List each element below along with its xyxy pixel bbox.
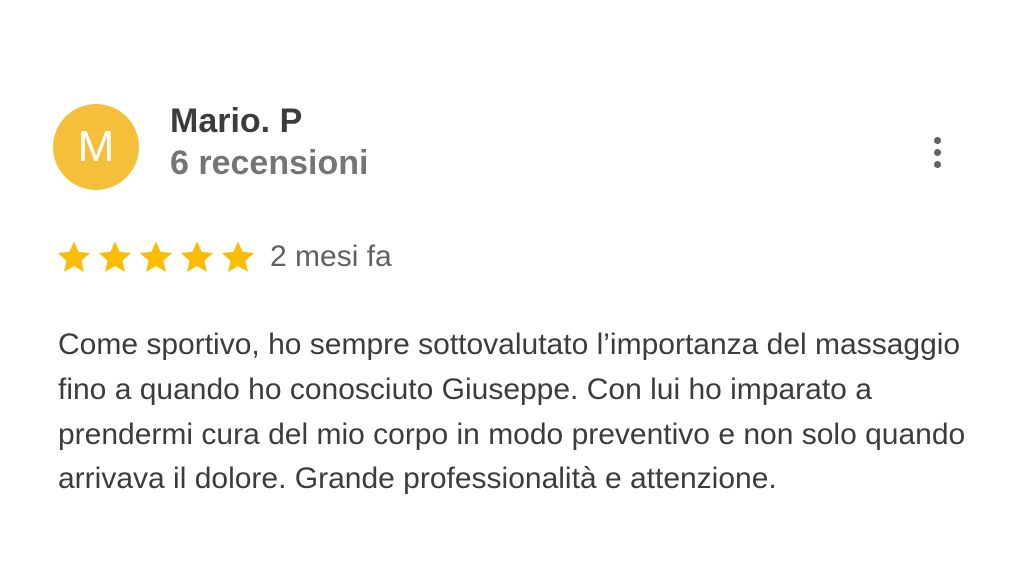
review-text: Come sportivo, ho sempre sottovalutato l… <box>58 328 966 496</box>
review-card: M Mario. P 6 recensioni 2 mesi fa Come s… <box>0 0 1024 577</box>
review-time: 2 mesi fa <box>270 240 392 273</box>
star-icon <box>221 241 255 272</box>
review-count[interactable]: 6 recensioni <box>170 143 368 183</box>
more-vert-icon-dot <box>933 148 941 156</box>
more-options-button[interactable] <box>920 130 954 174</box>
avatar[interactable]: M <box>53 104 139 190</box>
more-vert-icon-dot <box>933 160 941 168</box>
star-icon <box>98 241 132 272</box>
avatar-letter: M <box>77 122 115 171</box>
author-name[interactable]: Mario. P <box>170 101 302 141</box>
star-rating <box>55 238 257 276</box>
star-icon <box>57 241 91 272</box>
star-icon <box>139 241 173 272</box>
more-vert-icon <box>933 136 941 144</box>
star-icon <box>180 241 214 272</box>
